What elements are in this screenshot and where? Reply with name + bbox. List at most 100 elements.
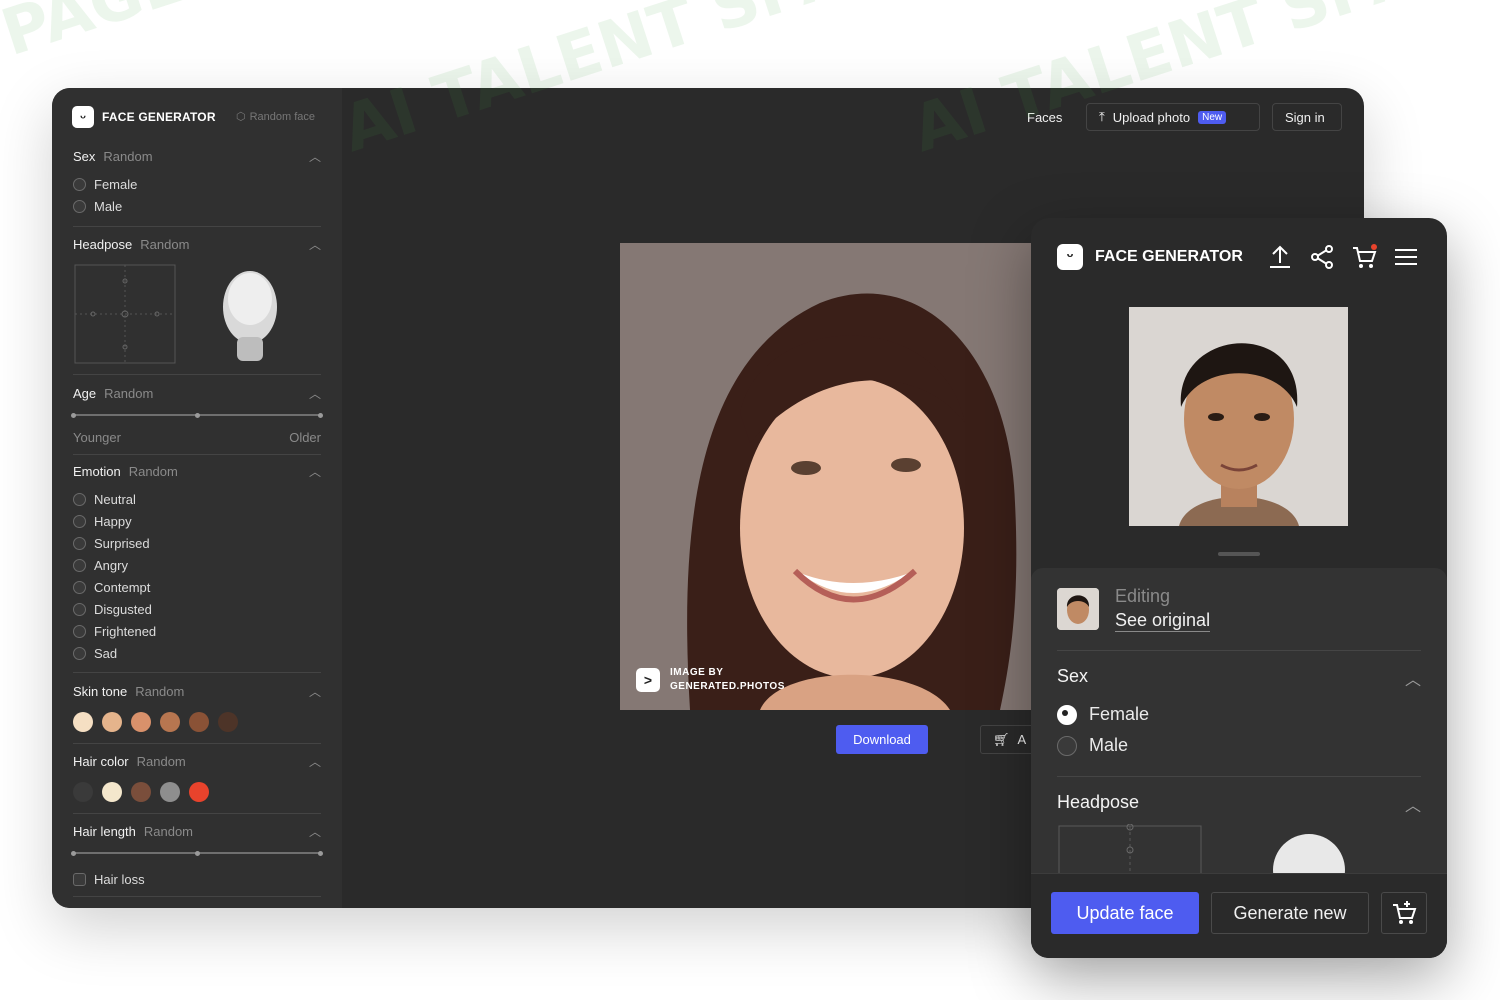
slider-track[interactable] <box>71 850 323 856</box>
slider-stop[interactable] <box>71 850 76 856</box>
color-swatch[interactable] <box>160 782 180 802</box>
mannequin-head-icon <box>223 271 277 361</box>
chevron-up-icon[interactable]: ︿ <box>1405 792 1421 816</box>
app-logo[interactable]: ᵕ FACE GENERATOR <box>72 106 216 128</box>
chevron-up-icon[interactable]: ︿ <box>309 385 321 402</box>
radio-neutral[interactable]: Neutral <box>73 488 321 510</box>
headpose-grid[interactable] <box>73 263 321 369</box>
app-title: FACE GENERATOR <box>102 110 216 124</box>
radio-contempt[interactable]: Contempt <box>73 576 321 598</box>
radio-male[interactable]: Male <box>73 195 321 217</box>
mobile-sex-title[interactable]: Sex <box>1057 666 1088 687</box>
radio-button[interactable] <box>73 646 86 660</box>
drag-handle[interactable] <box>1218 552 1260 556</box>
chevron-up-icon[interactable]: ︿ <box>1405 666 1421 690</box>
color-swatch[interactable] <box>73 782 93 802</box>
hair-length-header[interactable]: Hair length Random ︿ <box>73 823 321 840</box>
share-icon[interactable] <box>1309 244 1335 270</box>
radio-happy[interactable]: Happy <box>73 510 321 532</box>
hair-color-header[interactable]: Hair color Random ︿ <box>73 753 321 770</box>
color-swatch[interactable] <box>218 712 238 732</box>
age-slider[interactable] <box>71 402 323 424</box>
slider-stop[interactable] <box>318 850 323 856</box>
slider-stop[interactable] <box>195 850 200 856</box>
radio-button[interactable] <box>73 536 86 550</box>
color-swatch[interactable] <box>189 782 209 802</box>
chevron-up-icon[interactable]: ︿ <box>309 463 321 480</box>
color-swatch[interactable] <box>102 782 122 802</box>
watermark-corner: PAGE <box>0 0 194 72</box>
headpose-header[interactable]: Headpose Random ︿ <box>73 236 321 253</box>
color-swatch[interactable] <box>189 712 209 732</box>
divider <box>73 743 321 744</box>
download-button[interactable]: Download <box>836 725 928 754</box>
chevron-up-icon[interactable]: ︿ <box>309 823 321 840</box>
radio-angry[interactable]: Angry <box>73 554 321 576</box>
chevron-up-icon[interactable]: ︿ <box>309 753 321 770</box>
chevron-up-icon[interactable]: ︿ <box>309 148 321 165</box>
mobile-panel: ᵕ FACE GENERATOR Editing See original Se… <box>1031 218 1447 958</box>
hair-loss-checkbox-row[interactable]: Hair loss <box>73 868 321 890</box>
skin-tone-header[interactable]: Skin tone Random ︿ <box>73 683 321 700</box>
chevron-up-icon[interactable]: ︿ <box>309 683 321 700</box>
emotion-header[interactable]: Emotion Random ︿ <box>73 463 321 480</box>
update-face-button[interactable]: Update face <box>1051 892 1199 934</box>
radio-button[interactable] <box>73 624 86 638</box>
add-to-cart-button[interactable] <box>1381 892 1427 934</box>
sign-in-button[interactable]: Sign in <box>1272 103 1342 131</box>
slider-stop[interactable] <box>71 412 76 418</box>
hair-length-slider[interactable] <box>71 840 323 860</box>
radio-button[interactable] <box>73 558 86 572</box>
mobile-headpose-title[interactable]: Headpose <box>1057 792 1139 813</box>
slider-track[interactable] <box>71 412 323 418</box>
radio-frightened[interactable]: Frightened <box>73 620 321 642</box>
mobile-radio-female[interactable]: Female <box>1057 704 1149 725</box>
hair-color-sub: Random <box>136 754 186 769</box>
slider-stop[interactable] <box>318 412 323 418</box>
generate-new-button[interactable]: Generate new <box>1211 892 1369 934</box>
mobile-radio-male[interactable]: Male <box>1057 735 1128 756</box>
radio-label: Neutral <box>94 491 136 507</box>
face-logo-icon: ᵕ <box>1057 244 1083 270</box>
color-swatch[interactable] <box>73 712 93 732</box>
cart-plus-icon <box>1393 901 1417 924</box>
random-face-label: Random face <box>249 110 316 123</box>
radio-button[interactable] <box>73 580 86 594</box>
chevron-up-icon[interactable]: ︿ <box>309 236 321 253</box>
radio-label: Contempt <box>94 579 151 595</box>
radio-button[interactable] <box>73 492 86 506</box>
mobile-logo[interactable]: ᵕ FACE GENERATOR <box>1057 244 1243 270</box>
age-title: Age <box>73 386 97 401</box>
nav-faces[interactable]: Faces <box>1027 110 1062 125</box>
radio-button[interactable] <box>73 177 86 191</box>
credit-line-1: IMAGE BY <box>670 667 724 678</box>
radio-button[interactable] <box>73 199 86 213</box>
sex-header[interactable]: Sex Random ︿ <box>73 148 321 165</box>
menu-icon[interactable] <box>1393 244 1419 270</box>
radio-sad[interactable]: Sad <box>73 642 321 664</box>
radio-disgusted[interactable]: Disgusted <box>73 598 321 620</box>
see-original-link[interactable]: See original <box>1115 610 1211 632</box>
hair-loss-checkbox[interactable] <box>73 872 86 886</box>
mobile-headpose-grid[interactable] <box>1057 824 1387 880</box>
cart-icon[interactable] <box>1351 244 1377 270</box>
radio-surprised[interactable]: Surprised <box>73 532 321 554</box>
skin-tone-sub: Random <box>135 684 185 699</box>
upload-icon[interactable] <box>1267 244 1293 270</box>
cart-label: A <box>1017 732 1027 747</box>
radio-button-selected[interactable] <box>1057 704 1077 725</box>
radio-button[interactable] <box>1057 735 1077 756</box>
original-face-thumbnail[interactable] <box>1057 588 1099 630</box>
radio-female[interactable]: Female <box>73 173 321 195</box>
color-swatch[interactable] <box>102 712 122 732</box>
slider-stop[interactable] <box>195 412 200 418</box>
color-swatch[interactable] <box>160 712 180 732</box>
upload-photo-button[interactable]: ⤒ Upload photo New <box>1086 103 1260 131</box>
radio-button[interactable] <box>73 602 86 616</box>
age-header[interactable]: Age Random ︿ <box>73 385 321 402</box>
color-swatch[interactable] <box>131 782 151 802</box>
thumbnail-portrait <box>1057 588 1099 630</box>
color-swatch[interactable] <box>131 712 151 732</box>
radio-button[interactable] <box>73 514 86 528</box>
random-face-button[interactable]: ⬡ Random face <box>236 110 316 124</box>
